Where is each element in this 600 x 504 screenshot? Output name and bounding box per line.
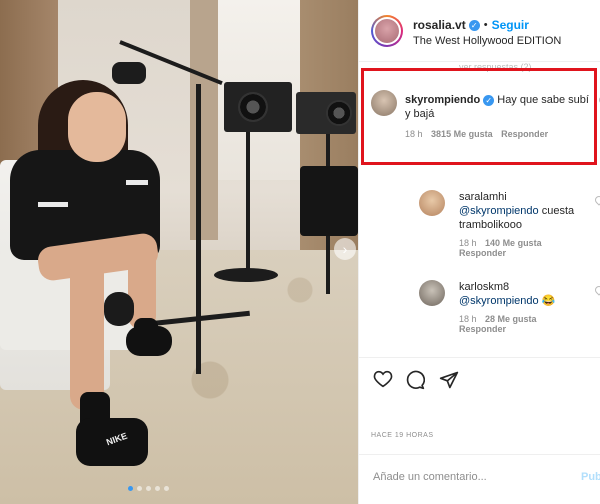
separator-dot: • xyxy=(483,19,488,31)
speaker-stand xyxy=(246,132,250,282)
reply-time: 18 h xyxy=(459,314,477,324)
slide-sandal xyxy=(126,326,172,356)
wood-panel xyxy=(190,0,218,240)
comment-input[interactable]: Añade un comentario... xyxy=(373,471,487,483)
reply-time: 18 h xyxy=(459,238,477,248)
slide-sandal: NIKE xyxy=(76,418,148,466)
post-location[interactable]: The West Hollywood EDITION xyxy=(413,35,561,47)
publish-button[interactable]: Publ xyxy=(581,471,600,483)
header-name-row: rosalia.vt ✓ • Seguir xyxy=(413,18,529,32)
reply-likes[interactable]: 28 Me gusta xyxy=(485,314,537,324)
reply-text: 😂 xyxy=(538,295,556,307)
post-header: rosalia.vt ✓ • Seguir The West Hollywood… xyxy=(359,0,600,62)
reply-button[interactable]: Responder xyxy=(459,248,506,258)
commenter-avatar[interactable] xyxy=(419,280,445,306)
reply-username[interactable]: saralamhi xyxy=(459,191,507,203)
post-photo[interactable]: NIKE › xyxy=(0,0,358,504)
mic-stand xyxy=(196,84,201,374)
reply-likes[interactable]: 140 Me gusta xyxy=(485,238,542,248)
share-icon[interactable] xyxy=(439,370,459,395)
reply-username[interactable]: karloskm8 xyxy=(459,281,509,293)
follow-button[interactable]: Seguir xyxy=(492,18,529,32)
post-actions xyxy=(359,357,600,397)
next-photo-button[interactable]: › xyxy=(334,238,356,260)
reply-mention[interactable]: @skyrompiendo xyxy=(459,295,539,307)
comment-icon[interactable] xyxy=(405,370,426,395)
verified-badge-icon: ✓ xyxy=(468,19,480,31)
studio-monitor xyxy=(296,92,356,134)
microphone xyxy=(112,62,146,84)
person-face xyxy=(68,92,126,162)
reply-button[interactable]: Responder xyxy=(459,324,506,334)
headphones xyxy=(104,292,134,326)
post-timestamp: HACE 19 HORAS xyxy=(371,432,434,439)
add-comment-bar: Añade un comentario... Publ xyxy=(359,454,600,504)
carousel-dots xyxy=(128,486,169,491)
heart-icon[interactable] xyxy=(373,370,393,393)
profile-username[interactable]: rosalia.vt xyxy=(413,18,466,32)
profile-avatar[interactable] xyxy=(371,15,403,47)
reply-mention[interactable]: @skyrompiendo xyxy=(459,205,539,217)
commenter-avatar[interactable] xyxy=(419,190,445,216)
bag xyxy=(300,166,358,236)
person-leg xyxy=(70,260,104,410)
speaker-stand-base xyxy=(214,268,278,282)
highlight-box xyxy=(361,68,597,165)
studio-monitor xyxy=(224,82,292,132)
